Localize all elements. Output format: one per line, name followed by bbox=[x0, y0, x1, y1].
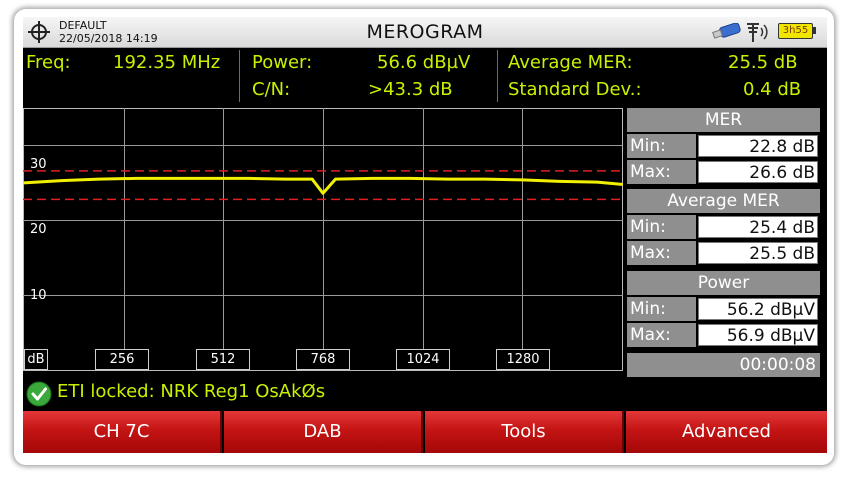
cn-label: C/N: bbox=[252, 79, 291, 100]
mer-trace-point bbox=[446, 177, 449, 181]
power-label: Power: bbox=[252, 52, 313, 73]
mer-header: MER bbox=[627, 108, 820, 132]
power-min-value: 56.2 dBµV bbox=[698, 298, 818, 320]
power-max-label: Max: bbox=[627, 323, 696, 347]
power-min-label: Min: bbox=[627, 297, 696, 321]
power-max-value: 56.9 dBµV bbox=[698, 324, 818, 346]
antenna-signal-icon bbox=[747, 23, 768, 42]
softkey-bar: CH 7C DAB Tools Advanced bbox=[23, 411, 827, 453]
std-dev-value: 0.4 dB bbox=[743, 79, 802, 100]
cn-value: >43.3 dB bbox=[368, 79, 453, 100]
mer-trace-point bbox=[595, 180, 599, 184]
merogram-chart[interactable]: 30 20 10 dB 256 512 768 1024 1280 bbox=[23, 108, 623, 372]
average-mer-max-value: 25.5 dB bbox=[698, 242, 818, 264]
power-value: 56.6 dBµV bbox=[377, 52, 471, 73]
mer-trace-point bbox=[209, 177, 213, 180]
mer-max-value: 26.6 dB bbox=[698, 161, 818, 183]
mer-trace-point bbox=[558, 180, 561, 183]
mer-trace-point bbox=[409, 177, 412, 180]
mer-trace-point bbox=[97, 177, 100, 181]
analyzer-screen: DEFAULT 22/05/2018 14:19 MEROGRAM 3h55 F… bbox=[23, 17, 827, 453]
y-tick-label: 20 bbox=[30, 222, 47, 237]
average-mer-min-value: 25.4 dB bbox=[698, 216, 818, 238]
usb-icon bbox=[712, 23, 741, 39]
mer-trace-point bbox=[134, 177, 138, 180]
mer-trace-point bbox=[310, 177, 314, 181]
average-mer-label: Average MER: bbox=[508, 52, 633, 73]
mer-min-value: 22.8 dB bbox=[698, 135, 818, 157]
x-tick-label: 768 bbox=[296, 349, 350, 370]
average-mer-min-label: Min: bbox=[627, 215, 696, 239]
average-mer-value: 25.5 dB bbox=[728, 52, 798, 73]
status-text: ETI locked: NRK Reg1 OsAkØs bbox=[57, 381, 326, 402]
average-mer-header: Average MER bbox=[627, 189, 820, 213]
freq-label: Freq: bbox=[26, 52, 71, 73]
mer-min-label: Min: bbox=[627, 134, 696, 158]
battery-icon: 3h55 bbox=[778, 23, 816, 39]
mer-trace-point bbox=[247, 177, 250, 180]
y-tick-label: 10 bbox=[30, 288, 47, 303]
mer-trace-point bbox=[284, 177, 287, 181]
mer-trace-point bbox=[60, 179, 63, 182]
x-tick-label: 1280 bbox=[496, 349, 550, 370]
stats-panel: MER Min: 22.8 dB Max: 26.6 dB Average ME… bbox=[627, 108, 820, 378]
battery-label: 3h55 bbox=[778, 23, 813, 39]
chart-canvas bbox=[23, 108, 623, 371]
mer-trace-point bbox=[321, 192, 325, 195]
mer-trace-point bbox=[334, 177, 337, 181]
softkey-channel[interactable]: CH 7C bbox=[23, 411, 222, 453]
power-header: Power bbox=[627, 271, 820, 295]
check-circle-icon bbox=[26, 381, 52, 407]
elapsed-timer: 00:00:08 bbox=[627, 353, 820, 377]
readout-separator bbox=[239, 50, 240, 102]
measurement-readouts: Freq: 192.35 MHz Power: 56.6 dBµV C/N: >… bbox=[23, 48, 827, 106]
x-tick-label: 512 bbox=[196, 349, 250, 370]
softkey-advanced[interactable]: Advanced bbox=[626, 411, 827, 453]
mer-trace-point bbox=[521, 178, 524, 182]
mer-max-label: Max: bbox=[627, 160, 696, 184]
battery-tip bbox=[813, 27, 816, 34]
x-tick-label: 256 bbox=[95, 349, 149, 370]
mer-trace-point bbox=[483, 177, 487, 181]
average-mer-max-label: Max: bbox=[627, 241, 696, 265]
softkey-tools[interactable]: Tools bbox=[425, 411, 624, 453]
page-title: MEROGRAM bbox=[366, 21, 484, 43]
softkey-dab[interactable]: DAB bbox=[224, 411, 423, 453]
readout-separator bbox=[497, 50, 498, 102]
std-dev-label: Standard Dev.: bbox=[508, 79, 642, 100]
lock-status: ETI locked: NRK Reg1 OsAkØs bbox=[23, 377, 623, 407]
freq-value: 192.35 MHz bbox=[113, 52, 221, 73]
x-tick-label: 1024 bbox=[396, 349, 450, 370]
y-unit-label: dB bbox=[24, 349, 48, 370]
mer-trace-point bbox=[172, 177, 175, 180]
mer-trace-point bbox=[371, 177, 375, 180]
y-tick-label: 30 bbox=[30, 157, 47, 172]
top-bar: DEFAULT 22/05/2018 14:19 MEROGRAM 3h55 bbox=[23, 17, 827, 48]
